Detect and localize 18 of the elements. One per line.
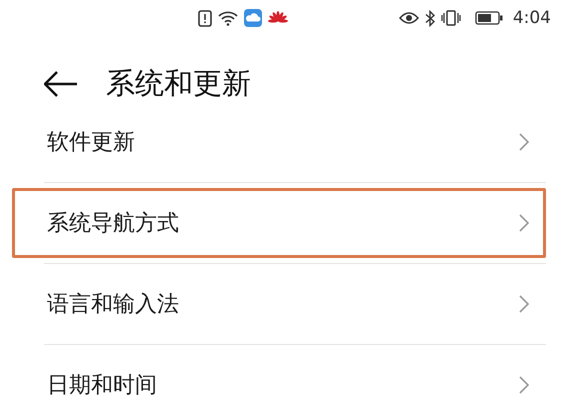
bluetooth-icon — [424, 10, 435, 26]
wifi-icon — [218, 10, 238, 26]
alert-icon — [198, 10, 212, 26]
settings-item[interactable]: 日期和时间 — [12, 350, 546, 400]
highlighted-settings-item[interactable]: 系统导航方式 — [12, 188, 546, 258]
chevron-right-icon — [519, 376, 529, 394]
chevron-right-icon — [519, 295, 529, 313]
chevron-right-icon — [519, 214, 529, 232]
eye-icon — [398, 11, 419, 25]
settings-item[interactable]: 软件更新 — [12, 107, 546, 177]
page-title: 系统和更新 — [106, 65, 251, 102]
battery-icon — [474, 11, 503, 25]
settings-item[interactable]: 语言和输入法 — [12, 269, 546, 339]
chevron-right-icon — [519, 133, 529, 151]
vibrate-icon — [440, 10, 461, 26]
cloud-icon — [244, 9, 262, 27]
status-time: 4:04 — [512, 8, 551, 28]
back-icon[interactable] — [44, 71, 78, 97]
